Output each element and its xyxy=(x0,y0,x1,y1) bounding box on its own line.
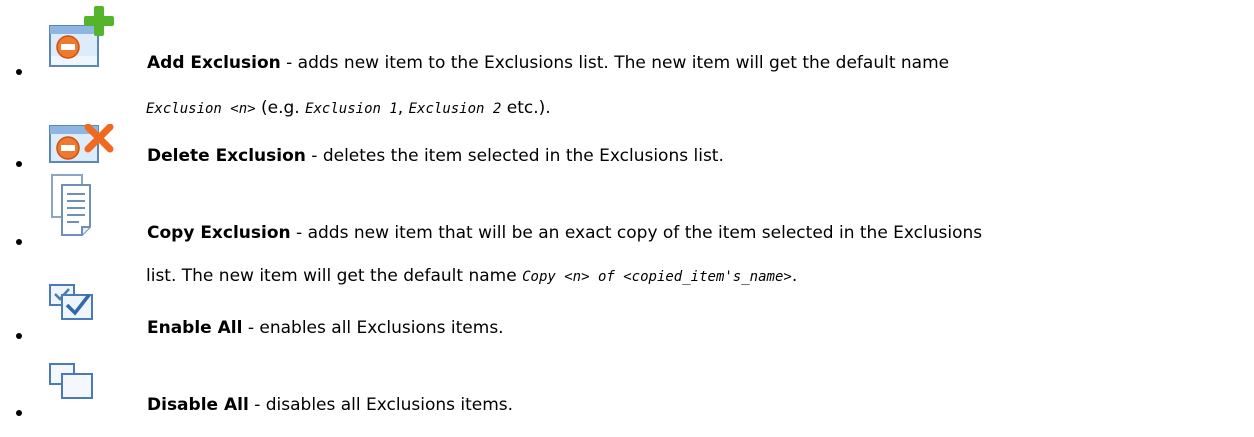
item-title: Copy Exclusion xyxy=(147,223,291,243)
add-exclusion-icon xyxy=(49,6,114,67)
item-title: Enable All xyxy=(147,318,243,338)
disable-all-icon xyxy=(49,363,93,399)
item-description: - deletes the item selected in the Exclu… xyxy=(305,146,724,166)
item-title: Delete Exclusion xyxy=(147,146,306,166)
inline-text: (e.g. xyxy=(255,98,306,118)
item-description: - enables all Exclusions items. xyxy=(242,318,504,338)
code-text: Exclusion 2 xyxy=(408,101,502,117)
bullet xyxy=(16,410,22,416)
item-description: - disables all Exclusions items. xyxy=(248,395,514,415)
item-description: - adds new item to the Exclusions list. … xyxy=(280,53,950,73)
bullet xyxy=(16,69,22,75)
inline-text: , xyxy=(397,98,409,118)
inline-text: list. The new item will get the default … xyxy=(146,266,523,286)
inline-text: etc.). xyxy=(501,98,551,118)
item-title: Disable All xyxy=(147,395,249,415)
bullet xyxy=(16,333,22,339)
code-text: Exclusion <n> xyxy=(146,101,256,117)
code-text: Copy <n> of <copied_item's_name> xyxy=(522,269,792,285)
item-title: Add Exclusion xyxy=(147,53,281,73)
inline-text: . xyxy=(791,266,798,286)
bullet xyxy=(16,239,22,245)
code-text: Exclusion 1 xyxy=(305,101,398,117)
bullet xyxy=(16,161,22,167)
delete-exclusion-icon xyxy=(49,124,114,163)
copy-exclusion-icon xyxy=(51,174,91,236)
item-description: - adds new item that will be an exact co… xyxy=(290,223,983,243)
enable-all-icon xyxy=(49,284,93,320)
